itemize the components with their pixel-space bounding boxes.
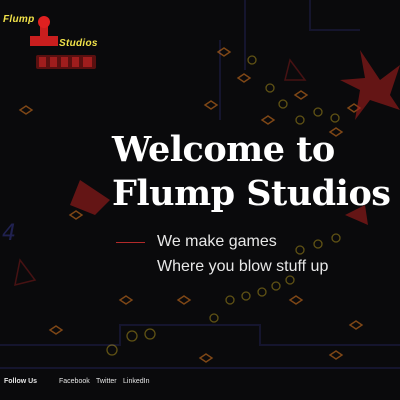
brand-name-line2: Studios xyxy=(59,38,98,49)
facebook-link[interactable]: Facebook xyxy=(59,378,90,385)
twitter-link[interactable]: Twitter xyxy=(96,378,117,385)
accent-divider xyxy=(116,242,145,243)
svg-text:4: 4 xyxy=(2,221,16,246)
footer: Follow Us Facebook Twitter LinkedIn xyxy=(0,376,400,390)
hero-title-line1: Welcome to xyxy=(112,129,335,170)
hero-title-line2: Flump Studios xyxy=(112,173,391,214)
hero-title: Welcome to Flump Studios xyxy=(112,128,400,216)
linkedin-link[interactable]: LinkedIn xyxy=(123,378,149,385)
brand-name-line1: Flump xyxy=(3,14,35,25)
follow-us-label: Follow Us xyxy=(4,378,38,385)
brand-logo[interactable]: Flump Studios xyxy=(0,0,130,80)
tagline-secondary: Where you blow stuff up xyxy=(157,258,329,275)
tagline-primary: We make games xyxy=(157,233,277,250)
